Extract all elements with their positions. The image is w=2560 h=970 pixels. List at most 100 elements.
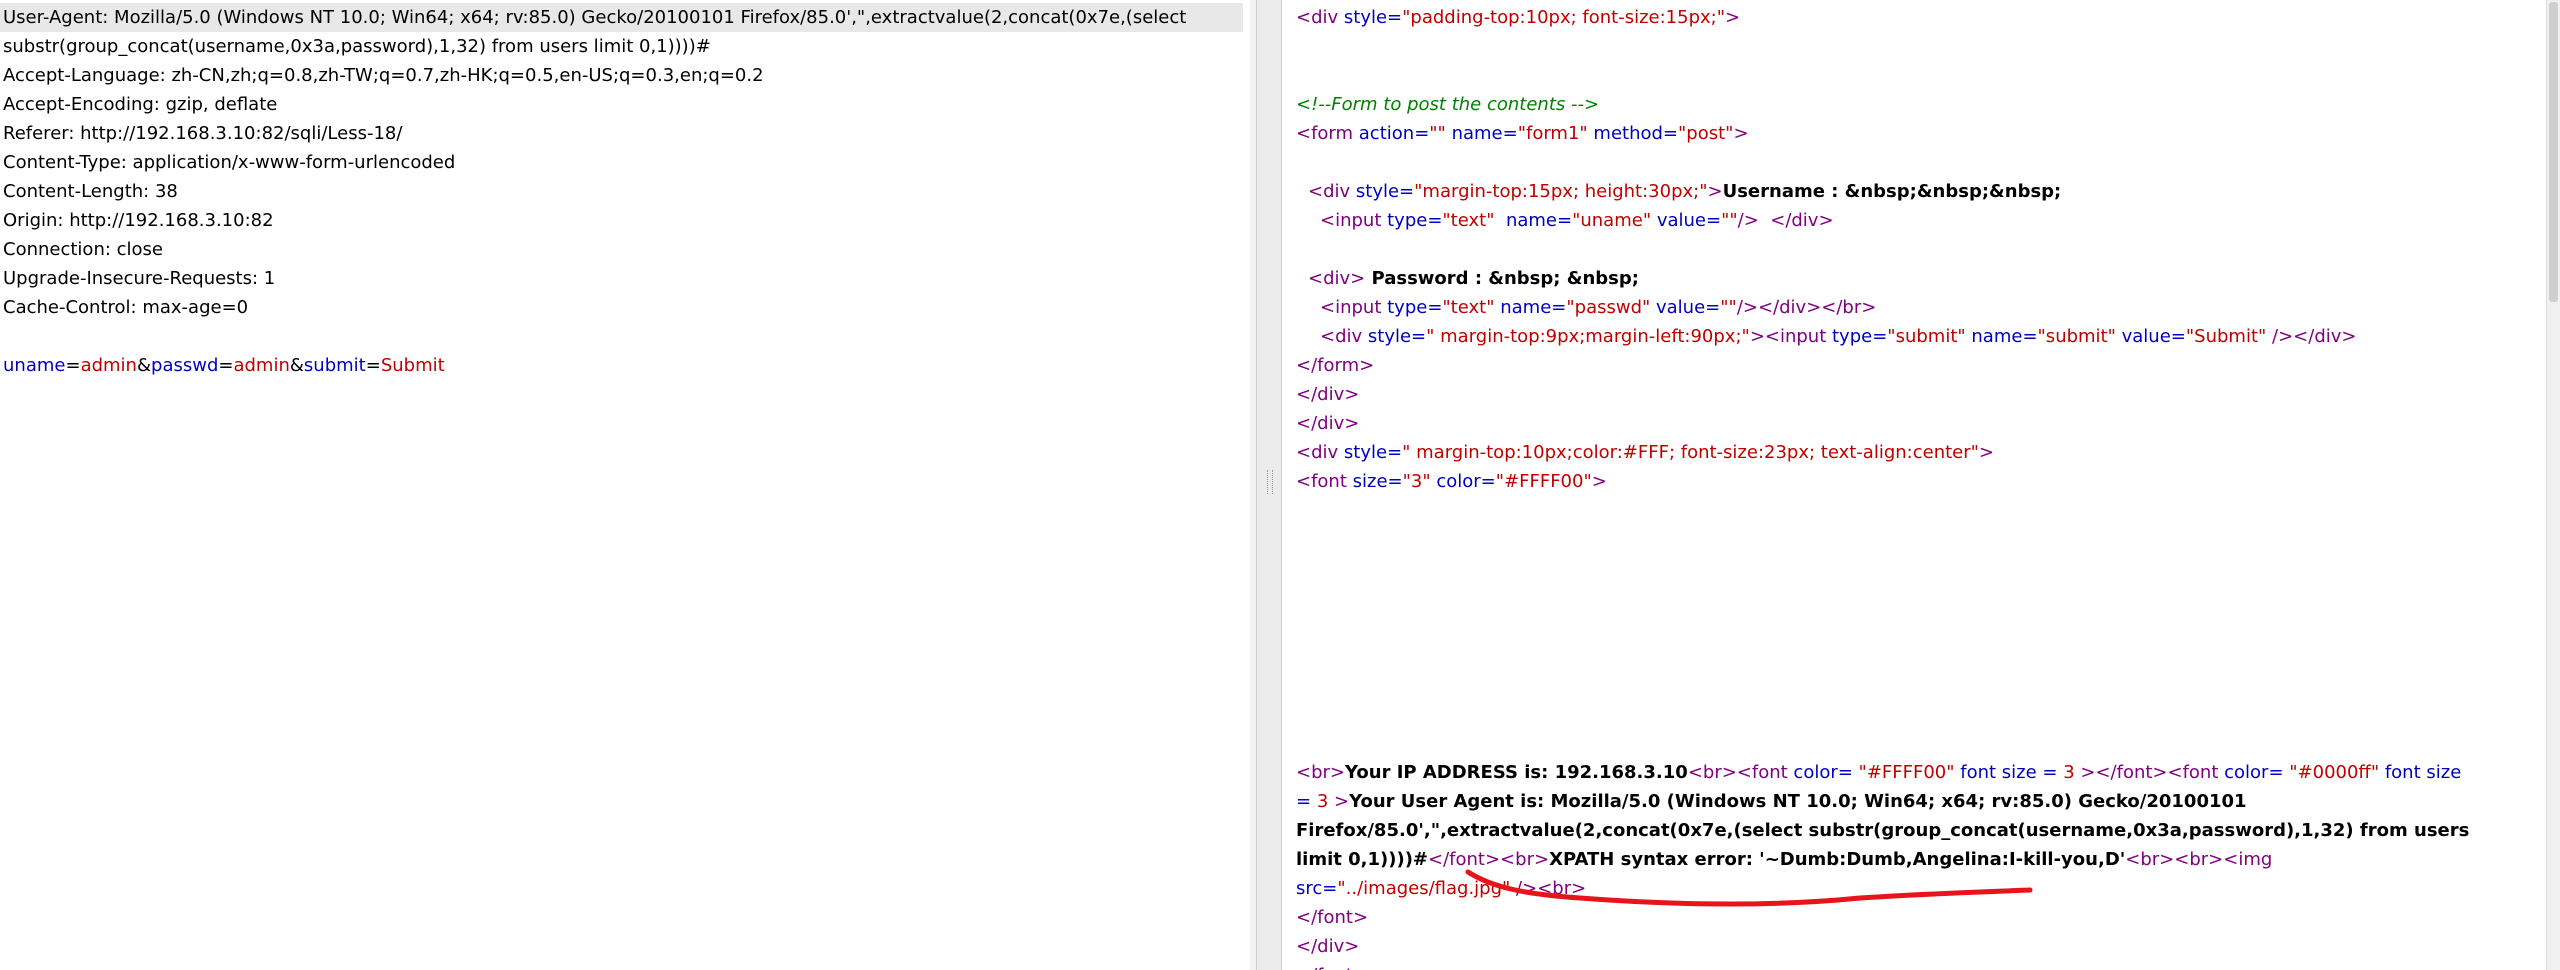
response-scrollbar[interactable] — [2546, 0, 2560, 970]
attr: type= — [1832, 326, 1888, 347]
param-eq: = — [65, 355, 81, 376]
attr-value: "text" — [1442, 297, 1495, 318]
attr: type= — [1387, 297, 1443, 318]
attr: color= — [2224, 762, 2284, 783]
param-value: admin — [233, 355, 290, 376]
request-header-line[interactable]: Content-Type: application/x-www-form-url… — [3, 148, 455, 177]
param-amp: & — [136, 355, 152, 376]
response-pane[interactable]: <div style="padding-top:10px; font-size:… — [1282, 0, 2560, 970]
response-line: <div style="padding-top:10px; font-size:… — [1296, 3, 1740, 32]
tag: <input — [1320, 297, 1388, 318]
attr-value: "#FFFF00" — [1495, 471, 1592, 492]
tag: /></div> — [2266, 326, 2357, 347]
tag: > — [1707, 181, 1723, 202]
attr: color= — [1430, 471, 1496, 492]
tag: <font — [1296, 471, 1353, 492]
xpath-error-text: XPATH syntax error: '~Dumb:Dumb,Angelina… — [1549, 849, 2126, 870]
attr-value: " margin-top:9px;margin-left:90px;" — [1426, 326, 1750, 347]
response-line: <form action="" name="form1" method="pos… — [1296, 119, 1749, 148]
attr-value: "" — [1429, 123, 1446, 144]
response-line: <div style=" margin-top:9px;margin-left:… — [1320, 322, 2357, 351]
response-line: </font> — [1296, 907, 1369, 928]
request-header-line[interactable]: Cache-Control: max-age=0 — [3, 293, 248, 322]
attr: style= — [1343, 7, 1403, 28]
attr: name= — [1965, 326, 2038, 347]
attr-value: "form1" — [1517, 123, 1588, 144]
attr: color= — [1793, 762, 1853, 783]
tag: <div — [1296, 7, 1344, 28]
attr-value: " margin-top:10px;color:#FFF; font-size:… — [1402, 442, 1979, 463]
tag: ><input — [1749, 326, 1832, 347]
tag: <div — [1320, 326, 1368, 347]
request-pane[interactable]: User-Agent: Mozilla/5.0 (Windows NT 10.0… — [0, 0, 1256, 970]
response-line: <div style=" margin-top:10px;color:#FFF;… — [1296, 438, 1994, 467]
attr: value= — [1650, 297, 1721, 318]
tag: <input — [1320, 210, 1388, 231]
attr: style= — [1355, 181, 1415, 202]
request-header-line[interactable]: Upgrade-Insecure-Requests: 1 — [3, 264, 275, 293]
attr-value: "uname" — [1572, 210, 1652, 231]
tag: > — [1725, 7, 1741, 28]
html-comment: <!--Form to post the contents --> — [1296, 94, 1600, 115]
attr-value: "submit" — [1887, 326, 1966, 347]
param-amp: & — [289, 355, 304, 376]
tag: <br><font — [1687, 762, 1794, 783]
response-line: <font size="3" color="#FFFF00"> — [1296, 467, 1607, 496]
request-header-line[interactable]: Origin: http://192.168.3.10:82 — [3, 206, 274, 235]
attr: font size = — [1954, 762, 2064, 783]
attr: style= — [1343, 442, 1403, 463]
html-text: Password : &nbsp; &nbsp; — [1365, 268, 1639, 289]
tag: <div — [1308, 181, 1356, 202]
attr-value: 3 — [1316, 791, 1329, 812]
attr-value: "margin-top:15px; height:30px;" — [1414, 181, 1708, 202]
response-line: </div> — [1296, 413, 1360, 434]
request-header-line[interactable]: Accept-Encoding: gzip, deflate — [3, 90, 277, 119]
attr: name= — [1445, 123, 1518, 144]
red-underline-annotation — [1465, 869, 2033, 907]
attr-value: "#0000ff" — [2283, 762, 2380, 783]
attr: style= — [1367, 326, 1427, 347]
request-header-line[interactable]: Content-Length: 38 — [3, 177, 178, 206]
tag: <div> — [1308, 268, 1366, 289]
tag: <div — [1296, 442, 1344, 463]
request-header-line[interactable]: Referer: http://192.168.3.10:82/sqli/Les… — [3, 119, 402, 148]
attr: value= — [1651, 210, 1722, 231]
attr-value: "3" — [1402, 471, 1431, 492]
response-line: <div> Password : &nbsp; &nbsp; — [1308, 264, 1639, 293]
tag: <form — [1296, 123, 1359, 144]
attr-value: "#FFFF00" — [1852, 762, 1955, 783]
tag: > — [1733, 123, 1749, 144]
attr-value: "" — [1720, 297, 1737, 318]
request-header-line[interactable]: Accept-Language: zh-CN,zh;q=0.8,zh-TW;q=… — [3, 61, 764, 90]
tag: /></div></br> — [1736, 297, 1877, 318]
scrollbar-thumb[interactable] — [2549, 2, 2558, 302]
attr-value: "passwd" — [1566, 297, 1651, 318]
attr: name= — [1494, 210, 1573, 231]
ip-address-text: Your IP ADDRESS is: 192.168.3.10 — [1345, 762, 1688, 783]
response-line: </div> — [1296, 384, 1360, 405]
param-eq: = — [365, 355, 381, 376]
attr: action= — [1358, 123, 1430, 144]
tag: </font><br> — [1428, 849, 1550, 870]
attr: src= — [1296, 878, 1338, 899]
attr: method= — [1587, 123, 1679, 144]
response-line: </form> — [1296, 355, 1375, 376]
request-header-line[interactable]: Connection: close — [3, 235, 163, 264]
param-name: passwd — [151, 355, 219, 376]
response-line: <input type="text" name="uname" value=""… — [1320, 206, 1834, 235]
request-body-line[interactable]: uname=admin&passwd=admin&submit=Submit — [3, 351, 445, 380]
attr-value: "" — [1721, 210, 1738, 231]
request-header-line[interactable]: User-Agent: Mozilla/5.0 (Windows NT 10.0… — [0, 3, 1243, 32]
param-value: Submit — [380, 355, 445, 376]
response-line: <input type="text" name="passwd" value="… — [1320, 293, 1876, 322]
attr-value: "post" — [1678, 123, 1734, 144]
param-eq: = — [218, 355, 234, 376]
attr: type= — [1387, 210, 1443, 231]
splitter-grip-icon — [1267, 470, 1273, 494]
tag: <br> — [1296, 762, 1345, 783]
pane-splitter[interactable] — [1256, 0, 1282, 970]
attr-value: "Submit" — [2185, 326, 2267, 347]
request-header-line[interactable]: substr(group_concat(username,0x3a,passwo… — [3, 32, 711, 61]
attr-value: "text" — [1442, 210, 1495, 231]
tag: > — [1328, 791, 1350, 812]
